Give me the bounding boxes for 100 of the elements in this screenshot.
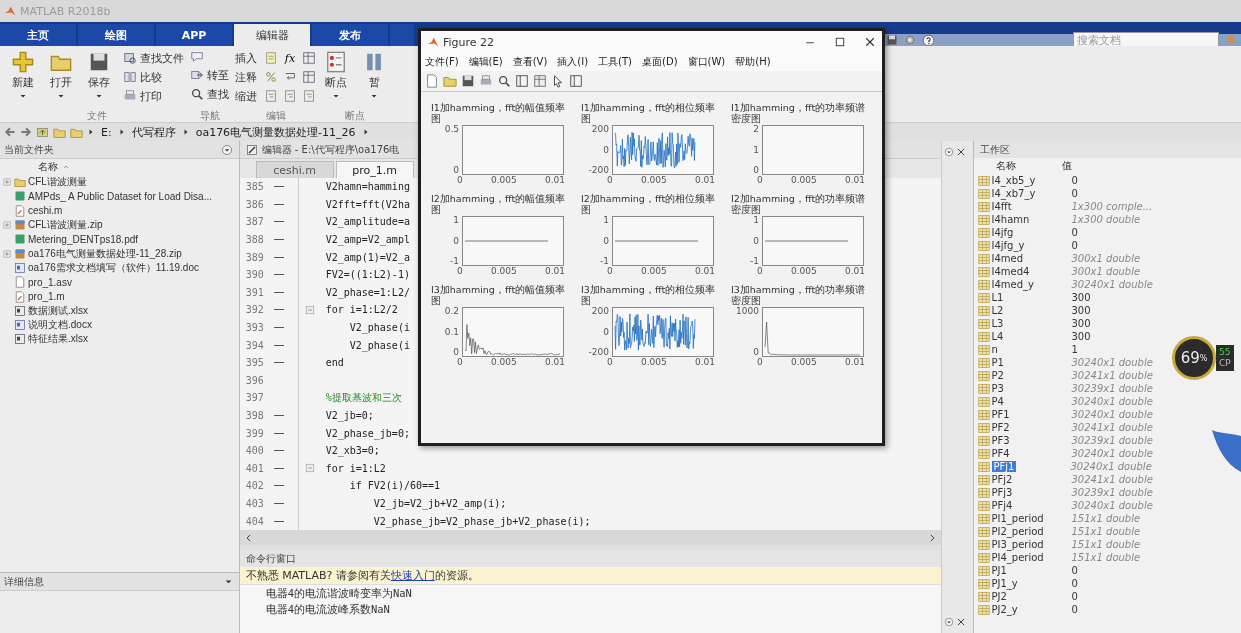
maximize-button[interactable]: [834, 36, 846, 48]
variable-name[interactable]: I4jfg_y: [991, 240, 1070, 251]
speech-bubble-icon[interactable]: [190, 50, 204, 64]
file-name[interactable]: oa176需求文档填写（软件）11.19.doc: [28, 260, 199, 275]
scrollbar[interactable]: [239, 530, 941, 545]
file-tab[interactable]: ceshi.m: [255, 161, 334, 178]
variable-name[interactable]: PI3_period: [991, 539, 1070, 550]
ribbon-button[interactable]: 断点: [319, 50, 353, 109]
variable-name[interactable]: PF2: [991, 422, 1070, 433]
file-name[interactable]: CFL谐波测量.zip: [28, 218, 103, 233]
collapse-icon[interactable]: [304, 463, 315, 474]
variable-name[interactable]: PFj1: [991, 461, 1017, 472]
menu-item[interactable]: 帮助(H): [735, 55, 771, 69]
expand-icon[interactable]: [1, 248, 12, 259]
ribbon-button[interactable]: 比较: [123, 69, 184, 85]
menu-item[interactable]: 文件(F): [425, 55, 459, 69]
file-name[interactable]: Metering_DENTps18.pdf: [28, 233, 139, 245]
file-name[interactable]: 说明文档.docx: [28, 318, 92, 333]
ribbon-button[interactable]: 打印: [123, 88, 184, 104]
file-tab[interactable]: pro_1.m: [335, 161, 414, 178]
menu-item[interactable]: 窗口(W): [687, 55, 726, 69]
variable-name[interactable]: L4: [991, 331, 1070, 342]
column-header[interactable]: 值: [1061, 159, 1072, 173]
variable-name[interactable]: PJ2_y: [991, 604, 1070, 615]
variable-name[interactable]: PI4_period: [991, 552, 1070, 563]
file-name[interactable]: CFL谐波测量: [28, 175, 87, 190]
path-segment[interactable]: oa176电气测量数据处理-11_26: [193, 124, 358, 140]
menu-item[interactable]: 查看(V): [512, 55, 548, 69]
back-icon[interactable]: [4, 126, 16, 138]
menu-item[interactable]: 桌面(D): [642, 55, 678, 69]
up-folder-icon[interactable]: [36, 125, 49, 139]
file-name[interactable]: oa176电气测量数据处理-11_28.zip: [28, 246, 182, 261]
variable-name[interactable]: PFj3: [991, 487, 1070, 498]
variable-name[interactable]: I4_xb5_y: [991, 175, 1070, 186]
close-icon[interactable]: [955, 617, 966, 627]
ribbon-button[interactable]: 暂: [357, 50, 391, 109]
column-header[interactable]: 名称: [973, 159, 1062, 173]
variable-name[interactable]: PJ2: [991, 591, 1070, 602]
file-name[interactable]: 特征结果.xlsx: [28, 332, 88, 347]
ribbon-button[interactable]: 打开: [44, 50, 78, 109]
file-name[interactable]: pro_1.asv: [28, 276, 72, 288]
pointer-icon[interactable]: [551, 74, 565, 88]
variable-name[interactable]: PJ1: [991, 565, 1070, 576]
variable-name[interactable]: PI2_period: [991, 526, 1070, 537]
ribbon-button[interactable]: 查找: [190, 86, 229, 102]
file-name[interactable]: 数据测试.xlsx: [28, 303, 88, 318]
column-header[interactable]: 名称: [38, 160, 58, 174]
variable-name[interactable]: PI1_period: [991, 513, 1070, 524]
indent-icon[interactable]: [264, 89, 278, 103]
document-icon[interactable]: [264, 51, 278, 65]
save-icon[interactable]: [461, 74, 475, 88]
variable-name[interactable]: PJ1_y: [991, 578, 1070, 589]
collapse-icon[interactable]: [304, 304, 315, 315]
file-name[interactable]: AMPds_ A Public Dataset for Load Disa...: [28, 190, 212, 202]
indent-icon[interactable]: [283, 89, 297, 103]
variable-name[interactable]: P1: [991, 357, 1070, 368]
variable-name[interactable]: PFj4: [991, 500, 1070, 511]
ribbon-button[interactable]: 转至: [190, 67, 229, 83]
ribbon-button[interactable]: 新建: [6, 50, 40, 109]
variable-name[interactable]: P4: [991, 396, 1070, 407]
path-segment[interactable]: E:: [99, 125, 114, 139]
variable-name[interactable]: I4med: [991, 253, 1070, 264]
close-icon[interactable]: [955, 147, 966, 157]
indent-icon[interactable]: [302, 89, 316, 103]
dropdown-icon[interactable]: [220, 143, 233, 156]
variable-name[interactable]: PF4: [991, 448, 1070, 459]
menu-item[interactable]: 工具(T): [598, 55, 633, 69]
variable-name[interactable]: PF1: [991, 409, 1070, 420]
ribbon-tab[interactable]: 编辑器: [234, 24, 310, 46]
path-segment[interactable]: 代写程序: [129, 124, 178, 140]
forward-icon[interactable]: [20, 126, 32, 138]
panel-icon[interactable]: [569, 74, 583, 88]
variable-name[interactable]: L1: [991, 292, 1070, 303]
blank-file-icon[interactable]: [425, 74, 439, 88]
expand-icon[interactable]: [1, 220, 12, 231]
variable-name[interactable]: PFj2: [991, 474, 1070, 485]
ribbon-tab[interactable]: 发布: [312, 24, 388, 46]
variable-name[interactable]: I4_xb7_y: [991, 188, 1070, 199]
getting-started-link[interactable]: 快速入门: [390, 569, 435, 582]
variable-name[interactable]: L2: [991, 305, 1070, 316]
variable-name[interactable]: L3: [991, 318, 1070, 329]
close-button[interactable]: [864, 36, 876, 48]
ribbon-button[interactable]: 查找文件: [123, 50, 184, 66]
ribbon-tab[interactable]: 主页: [0, 24, 76, 46]
variable-name[interactable]: P3: [991, 383, 1070, 394]
expand-icon[interactable]: [1, 177, 12, 188]
percent-icon[interactable]: [264, 70, 278, 84]
variable-name[interactable]: n: [991, 344, 1070, 355]
ribbon-button[interactable]: 保存: [82, 50, 116, 109]
zoom-icon[interactable]: [497, 74, 511, 88]
table-icon[interactable]: [302, 51, 316, 65]
caret-icon[interactable]: [223, 577, 233, 586]
menu-item[interactable]: 插入(I): [557, 55, 589, 69]
save-icon[interactable]: [886, 34, 898, 46]
panel-icon[interactable]: [515, 74, 529, 88]
variable-name[interactable]: P2: [991, 370, 1070, 381]
file-name[interactable]: pro_1.m: [28, 291, 65, 302]
variable-name[interactable]: I4fft: [991, 201, 1070, 212]
file-name[interactable]: ceshi.m: [28, 205, 63, 217]
menu-item[interactable]: 编辑(E): [468, 55, 503, 69]
